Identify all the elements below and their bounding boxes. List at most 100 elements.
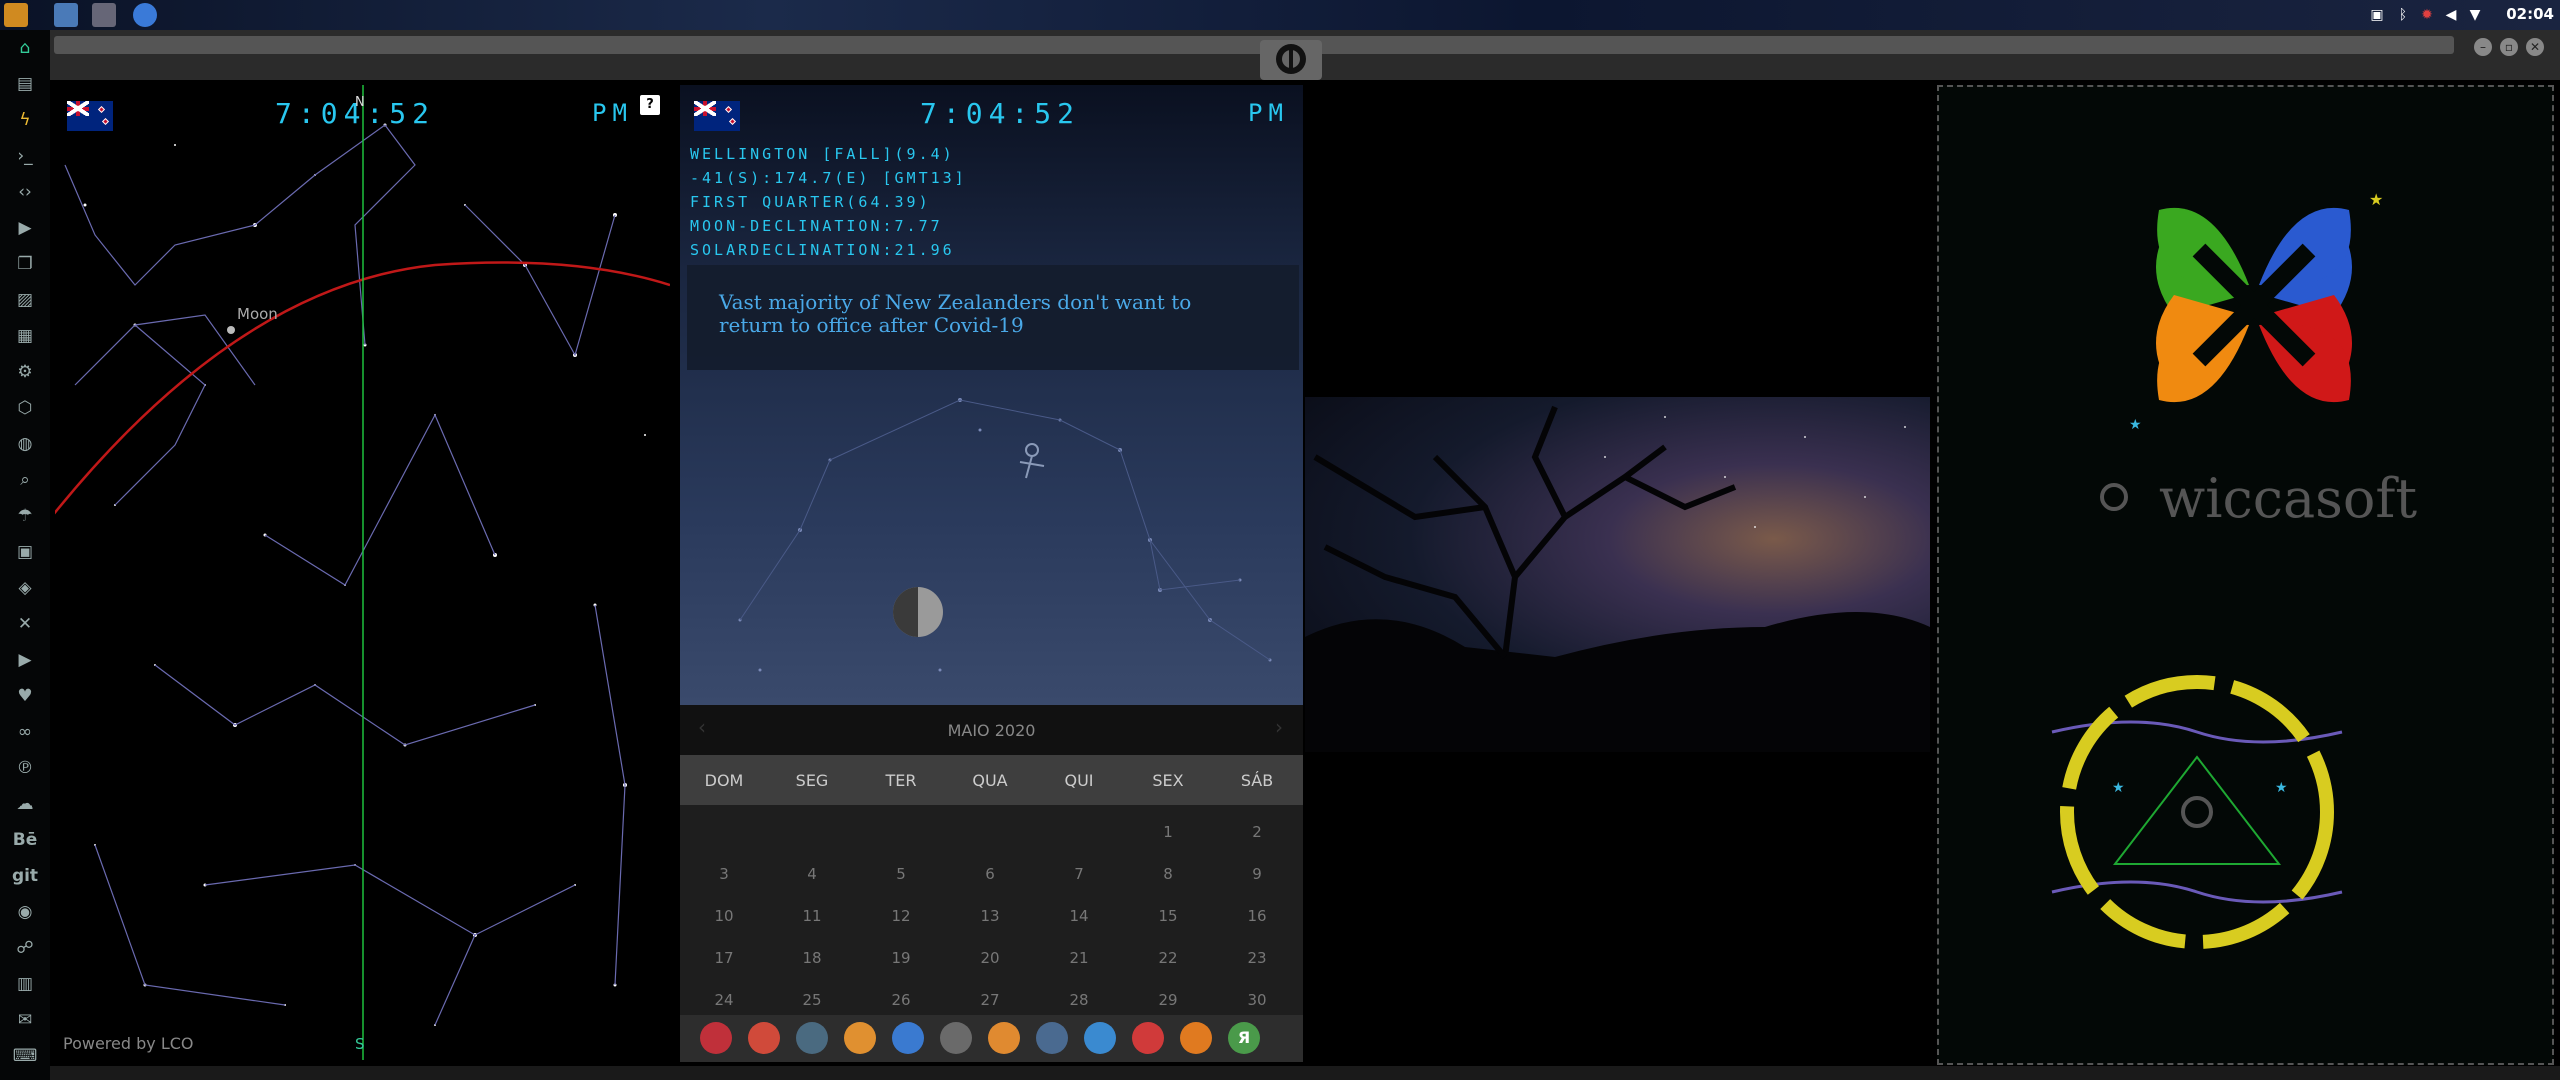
expand-icon[interactable]: ✕ (11, 610, 39, 638)
magnifier-icon[interactable] (988, 1022, 1020, 1054)
yandex-icon[interactable]: Я (1228, 1022, 1260, 1054)
calendar-day[interactable]: 25 (768, 991, 856, 1009)
settings-icon[interactable]: ⚙ (11, 358, 39, 386)
bluetooth-icon[interactable]: ᛒ (2394, 6, 2412, 24)
infinity-icon[interactable]: ∞ (11, 718, 39, 746)
git-diff-icon[interactable]: ◈ (11, 574, 39, 602)
close-button[interactable]: ✕ (2526, 38, 2544, 56)
calendar-day[interactable]: 4 (768, 865, 856, 883)
earth-icon[interactable] (796, 1022, 828, 1054)
clock-app-icon[interactable] (1036, 1022, 1068, 1054)
clock[interactable]: 02:04 (2506, 5, 2554, 23)
title-field[interactable] (54, 36, 2454, 54)
next-month-button[interactable]: › (1275, 715, 1283, 739)
calendar-day[interactable]: 13 (946, 907, 1034, 925)
calendar-day[interactable]: 29 (1124, 991, 1212, 1009)
help-button[interactable]: ? (640, 95, 660, 115)
maximize-button[interactable]: ▫ (2500, 38, 2518, 56)
calendar-day[interactable]: 7 (1035, 865, 1123, 883)
calendar-day[interactable]: 21 (1035, 949, 1123, 967)
files-icon[interactable] (54, 3, 78, 27)
calendar-day[interactable]: 18 (768, 949, 856, 967)
calendar-day[interactable]: 23 (1213, 949, 1301, 967)
keyboard-icon[interactable]: ⌨ (11, 1042, 39, 1070)
calendar-day[interactable]: 22 (1124, 949, 1212, 967)
calendar-day[interactable]: 27 (946, 991, 1034, 1009)
calendar-day[interactable]: 5 (857, 865, 945, 883)
astronaut-icon (1019, 443, 1045, 479)
rebel-logo-tab[interactable] (1260, 40, 1322, 80)
behance-icon[interactable]: Bē (11, 826, 39, 854)
sky-map-widget[interactable]: 7:04:52 PM N ? Moon S (55, 85, 670, 1060)
github-icon[interactable]: ◉ (11, 898, 39, 926)
calendar-today-icon[interactable] (1132, 1022, 1164, 1054)
calendar-day[interactable]: 28 (1035, 991, 1123, 1009)
document-icon[interactable]: ▤ (11, 70, 39, 98)
play-arrow-icon[interactable] (1180, 1022, 1212, 1054)
chrome-icon[interactable] (133, 3, 157, 27)
newspaper-icon[interactable]: ▦ (11, 322, 39, 350)
globe-icon[interactable]: ◍ (11, 430, 39, 458)
screenshot-icon[interactable]: ▣ (2368, 6, 2386, 24)
calendar-day[interactable]: 14 (1035, 907, 1123, 925)
hourglass-icon[interactable] (748, 1022, 780, 1054)
search-icon[interactable]: ⌕ (11, 466, 39, 494)
home-icon[interactable]: ⌂ (11, 34, 39, 62)
app-menu-icon[interactable] (4, 3, 28, 27)
window-icon[interactable] (92, 3, 116, 27)
news-headline[interactable]: Vast majority of New Zealanders don't wa… (719, 291, 1259, 337)
calendar-day[interactable]: 11 (768, 907, 856, 925)
calendar-widget: ‹ MAIO 2020 › DOM SEG TER QUA QUI SEX SÁ… (680, 705, 1303, 1062)
wifi-icon[interactable]: ▼ (2466, 6, 2484, 24)
network-icon[interactable]: ☍ (11, 934, 39, 962)
mail-icon[interactable]: ✉ (11, 1006, 39, 1034)
weekday-label: TER (885, 771, 917, 790)
moon-phase-line: FIRST QUARTER(64.39) (690, 193, 931, 211)
map-icon[interactable]: ▥ (11, 970, 39, 998)
lco-credit[interactable]: Powered by LCO (63, 1034, 194, 1053)
git-icon[interactable]: git (11, 862, 39, 890)
contact-icon[interactable]: ▣ (11, 538, 39, 566)
calendar-day[interactable]: 30 (1213, 991, 1301, 1009)
pinterest-icon[interactable]: ℗ (11, 754, 39, 782)
calendar-day[interactable]: 17 (680, 949, 768, 967)
youtube-icon[interactable]: ▶ (11, 646, 39, 674)
calendar-day[interactable]: 6 (946, 865, 1034, 883)
heart-icon[interactable]: ♥ (11, 682, 39, 710)
calendar-day[interactable]: 8 (1124, 865, 1212, 883)
svg-text:★: ★ (2129, 417, 2142, 433)
umbrella-icon[interactable]: ☂ (11, 502, 39, 530)
calendar-day[interactable]: 24 (680, 991, 768, 1009)
calendar-day[interactable]: 1 (1124, 823, 1212, 841)
calendar-day[interactable]: 15 (1124, 907, 1212, 925)
flash-icon[interactable]: ϟ (11, 106, 39, 134)
calendar-day[interactable]: 10 (680, 907, 768, 925)
play-icon[interactable]: ▶ (11, 214, 39, 242)
calendar-day[interactable]: 3 (680, 865, 768, 883)
calendar-app-icon[interactable] (940, 1022, 972, 1054)
calendar-day[interactable]: 12 (857, 907, 945, 925)
calendar-day[interactable]: 20 (946, 949, 1034, 967)
world-icon[interactable] (1084, 1022, 1116, 1054)
calendar-day[interactable]: 16 (1213, 907, 1301, 925)
volume-icon[interactable]: ◀ (2442, 6, 2460, 24)
copy-icon[interactable]: ❐ (11, 250, 39, 278)
cloud-icon[interactable]: ☁ (11, 790, 39, 818)
weekday-label: SEX (1152, 771, 1184, 790)
svg-text:★: ★ (2112, 780, 2125, 796)
minimize-button[interactable]: – (2474, 38, 2492, 56)
news-card[interactable]: Vast majority of New Zealanders don't wa… (687, 265, 1299, 370)
weekday-label: QUI (1064, 771, 1094, 790)
terminal-icon[interactable]: ›_ (11, 142, 39, 170)
image-icon[interactable]: ▨ (11, 286, 39, 314)
hexagon-icon[interactable]: ⬡ (11, 394, 39, 422)
translate-icon[interactable] (892, 1022, 924, 1054)
arch-icon[interactable] (700, 1022, 732, 1054)
calendar-day[interactable]: 19 (857, 949, 945, 967)
gear-icon[interactable]: ✹ (2418, 6, 2436, 24)
calendar-day[interactable]: 26 (857, 991, 945, 1009)
photo-app-icon[interactable] (844, 1022, 876, 1054)
calendar-day[interactable]: 9 (1213, 865, 1301, 883)
code-icon[interactable]: ‹› (11, 178, 39, 206)
calendar-day[interactable]: 2 (1213, 823, 1301, 841)
